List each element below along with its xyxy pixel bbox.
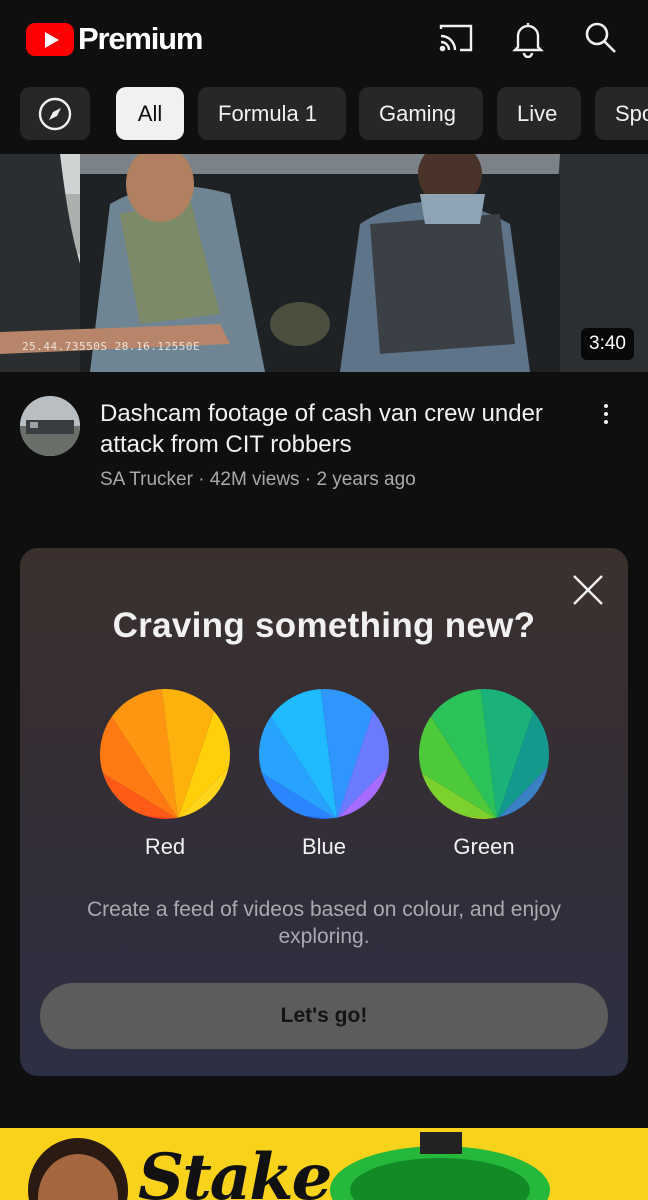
search-icon[interactable] — [580, 18, 620, 58]
lets-go-button[interactable]: Let's go! — [40, 983, 608, 1049]
explore-chip[interactable] — [20, 87, 90, 140]
chip-live[interactable]: Live — [497, 87, 581, 140]
ad-banner[interactable]: Stake — [0, 1128, 648, 1200]
chip-all[interactable]: All — [116, 87, 184, 140]
promo-title: Craving something new? — [112, 606, 536, 645]
swatch-label-blue: Blue — [301, 834, 347, 859]
promo-description: Create a feed of videos based on colour,… — [87, 898, 561, 948]
video-thumbnail[interactable]: 25.44.73550S 28.16.12550E 3:40 — [0, 154, 648, 372]
colour-feed-promo-card: Craving something new? Red Blue Green Cr… — [20, 548, 628, 1076]
swatch-label-red: Red — [144, 834, 186, 859]
compass-icon — [38, 97, 72, 130]
chip-gaming[interactable]: Gaming — [359, 87, 483, 140]
close-icon[interactable] — [568, 570, 608, 610]
category-chip-bar: All Formula 1 Gaming Live Spo — [0, 86, 648, 142]
brand-label: Premium — [78, 21, 203, 56]
video-metadata: SA Trucker · 42M views · 2 years ago — [100, 469, 416, 490]
swatch-label-green: Green — [453, 834, 515, 859]
duration-badge: 3:40 — [581, 328, 634, 360]
swatch-green[interactable] — [419, 689, 549, 819]
chip-formula-1[interactable]: Formula 1 — [198, 87, 346, 140]
top-app-bar: Premium — [0, 0, 648, 76]
notifications-icon[interactable] — [508, 18, 548, 59]
youtube-play-icon — [26, 22, 74, 56]
gps-coordinates-overlay: 25.44.73550S 28.16.12550E — [22, 340, 201, 353]
more-options-icon[interactable] — [590, 398, 622, 430]
video-title[interactable]: Dashcam footage of cash van crew under a… — [100, 398, 570, 460]
channel-avatar[interactable] — [20, 396, 80, 456]
chip-sports[interactable]: Spo — [595, 87, 648, 140]
cast-icon[interactable] — [436, 18, 476, 58]
ad-brand-text: Stake — [138, 1140, 332, 1200]
video-details: Dashcam footage of cash van crew under a… — [0, 386, 648, 506]
swatch-red[interactable] — [100, 689, 230, 819]
youtube-premium-logo[interactable]: Premium — [26, 21, 203, 57]
swatch-blue[interactable] — [259, 689, 389, 819]
